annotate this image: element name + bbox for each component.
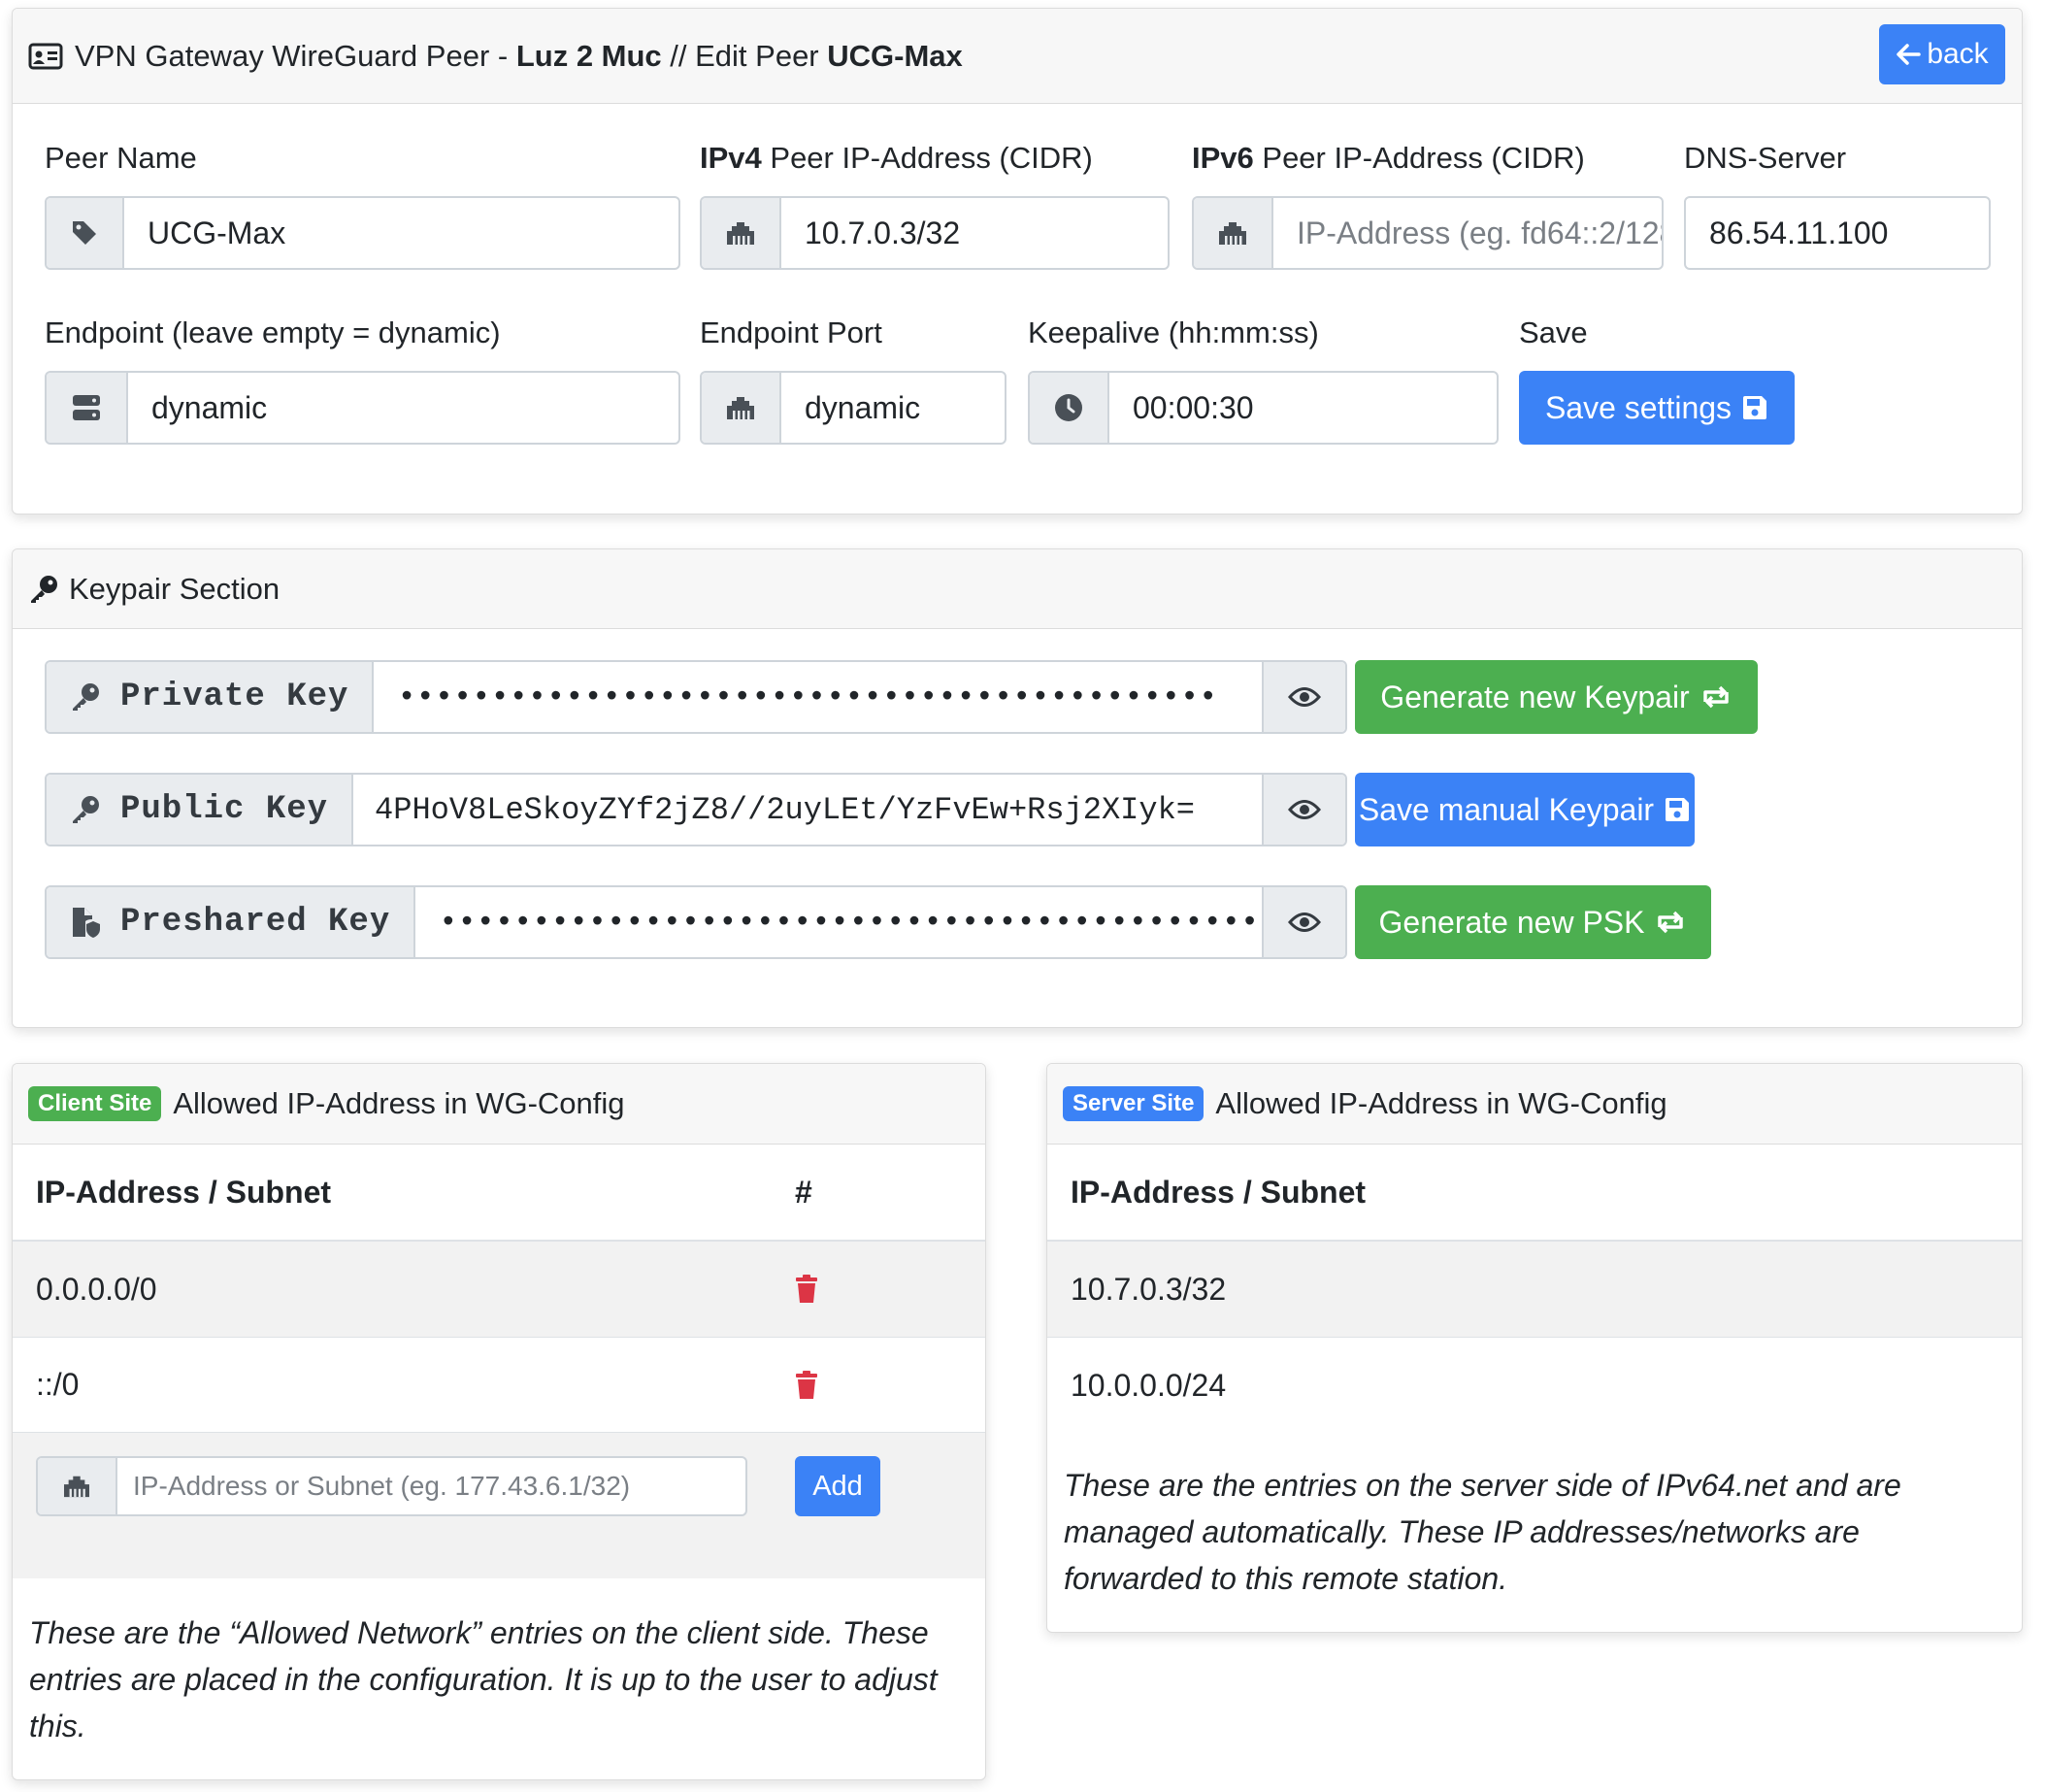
- ip-subnet-cell: 0.0.0.0/0: [36, 1271, 157, 1307]
- trash-icon[interactable]: [795, 1370, 818, 1400]
- keypair-title: Keypair Section: [69, 571, 280, 606]
- client-table-header: IP-Address / Subnet #: [13, 1145, 985, 1242]
- file-shield-icon: [70, 906, 101, 939]
- client-site-badge: Client Site: [28, 1086, 162, 1121]
- save-label: Save: [1519, 315, 1588, 349]
- eye-icon[interactable]: [1262, 775, 1345, 845]
- save-settings-button[interactable]: Save settings: [1519, 371, 1795, 445]
- public-key-input[interactable]: 4PHoV8LeSkoyZYf2jZ8//2uyLEt/YzFvEw+Rsj2X…: [353, 775, 1262, 845]
- ethernet-icon: [702, 373, 781, 443]
- table-row: ::/0: [13, 1338, 985, 1433]
- tag-icon: [47, 198, 124, 268]
- column-ip-subnet: IP-Address / Subnet: [1071, 1174, 1367, 1210]
- floppy-disk-icon: [1741, 394, 1768, 421]
- dns-label: DNS-Server: [1684, 141, 1847, 175]
- eye-icon[interactable]: [1262, 887, 1345, 957]
- client-site-card: Client Site Allowed IP-Address in WG-Con…: [12, 1063, 986, 1780]
- key-icon: [70, 794, 101, 825]
- trash-icon[interactable]: [795, 1275, 818, 1304]
- save-manual-keypair-button[interactable]: Save manual Keypair: [1355, 773, 1695, 846]
- port-input[interactable]: dynamic: [781, 373, 1005, 443]
- private-key-group: Private Key ••••••••••••••••••••••••••••…: [45, 660, 1347, 734]
- client-site-title: Allowed IP-Address in WG-Config: [173, 1086, 625, 1120]
- page-title: VPN Gateway WireGuard Peer - Luz 2 Muc /…: [75, 38, 963, 73]
- eye-icon[interactable]: [1262, 662, 1345, 732]
- column-ip-subnet: IP-Address / Subnet: [36, 1174, 332, 1210]
- table-row: 10.0.0.0/24: [1047, 1338, 2022, 1433]
- dns-input[interactable]: 86.54.11.100: [1684, 196, 1991, 270]
- gateway-name: Luz 2 Muc: [515, 38, 662, 73]
- column-hash: #: [795, 1174, 812, 1210]
- ipv6-input[interactable]: IP-Address (eg. fd64::2/128): [1273, 198, 1662, 268]
- add-ip-field[interactable]: IP-Address or Subnet (eg. 177.43.6.1/32): [36, 1456, 747, 1516]
- ipv4-input[interactable]: 10.7.0.3/32: [781, 198, 1168, 268]
- endpoint-label: Endpoint (leave empty = dynamic): [45, 315, 501, 349]
- server-site-title: Allowed IP-Address in WG-Config: [1215, 1086, 1667, 1120]
- peer-name-input[interactable]: UCG-Max: [124, 198, 678, 268]
- public-key-label-addon: Public Key: [47, 775, 354, 845]
- ethernet-icon: [38, 1458, 117, 1514]
- ipv6-label: IPv6 Peer IP-Address (CIDR): [1192, 141, 1585, 175]
- keypair-card: Keypair Section Private Key ••••••••••••…: [12, 548, 2023, 1028]
- peer-settings-card: VPN Gateway WireGuard Peer - Luz 2 Muc /…: [12, 8, 2023, 514]
- server-site-badge: Server Site: [1063, 1086, 1204, 1121]
- peer-name-label: Peer Name: [45, 141, 197, 175]
- port-field[interactable]: dynamic: [700, 371, 1006, 445]
- server-site-card: Server Site Allowed IP-Address in WG-Con…: [1046, 1063, 2023, 1633]
- back-button[interactable]: back: [1879, 24, 2005, 84]
- table-row: 10.7.0.3/32: [1047, 1242, 2022, 1338]
- client-site-header: Client Site Allowed IP-Address in WG-Con…: [13, 1064, 985, 1145]
- private-key-input[interactable]: ••••••••••••••••••••••••••••••••••••••••…: [374, 662, 1262, 732]
- peer-settings-header: VPN Gateway WireGuard Peer - Luz 2 Muc /…: [13, 9, 2022, 104]
- server-note: These are the entries on the server side…: [1064, 1468, 1901, 1596]
- generate-keypair-button[interactable]: Generate new Keypair: [1355, 660, 1758, 734]
- ethernet-icon: [702, 198, 781, 268]
- preshared-key-input[interactable]: ••••••••••••••••••••••••••••••••••••••••…: [415, 887, 1262, 957]
- generate-psk-button[interactable]: Generate new PSK: [1355, 885, 1711, 959]
- ip-subnet-cell: 10.7.0.3/32: [1071, 1271, 1227, 1307]
- public-key-group: Public Key 4PHoV8LeSkoyZYf2jZ8//2uyLEt/Y…: [45, 773, 1347, 846]
- ip-subnet-cell: 10.0.0.0/24: [1071, 1367, 1227, 1403]
- keypair-header: Keypair Section: [13, 549, 2022, 629]
- server-site-header: Server Site Allowed IP-Address in WG-Con…: [1047, 1064, 2022, 1145]
- ipv4-label: IPv4 Peer IP-Address (CIDR): [700, 141, 1093, 175]
- ip-subnet-cell: ::/0: [36, 1367, 80, 1402]
- peer-name-title: UCG-Max: [827, 38, 963, 73]
- keepalive-field[interactable]: 00:00:30: [1028, 371, 1499, 445]
- client-note: These are the “Allowed Network” entries …: [29, 1615, 938, 1743]
- server-table-header: IP-Address / Subnet: [1047, 1145, 2022, 1242]
- port-label: Endpoint Port: [700, 315, 882, 349]
- peer-name-field[interactable]: UCG-Max: [45, 196, 680, 270]
- floppy-disk-icon: [1664, 796, 1691, 823]
- preshared-key-label-addon: Preshared Key: [47, 887, 416, 957]
- table-row: 0.0.0.0/0: [13, 1242, 985, 1338]
- private-key-label-addon: Private Key: [47, 662, 375, 732]
- ethernet-icon: [1194, 198, 1273, 268]
- ipv6-field[interactable]: IP-Address (eg. fd64::2/128): [1192, 196, 1664, 270]
- refresh-icon: [1654, 910, 1687, 935]
- server-icon: [47, 373, 128, 443]
- clock-icon: [1030, 373, 1109, 443]
- keepalive-input[interactable]: 00:00:30: [1109, 373, 1497, 443]
- endpoint-input[interactable]: dynamic: [128, 373, 678, 443]
- endpoint-field[interactable]: dynamic: [45, 371, 680, 445]
- key-icon: [70, 681, 101, 713]
- id-card-icon: [28, 43, 63, 70]
- preshared-key-group: Preshared Key ••••••••••••••••••••••••••…: [45, 885, 1347, 959]
- arrow-left-icon: [1896, 43, 1922, 66]
- keepalive-label: Keepalive (hh:mm:ss): [1028, 315, 1319, 349]
- key-icon: [28, 574, 59, 605]
- add-row: IP-Address or Subnet (eg. 177.43.6.1/32)…: [13, 1433, 985, 1578]
- ipv4-field[interactable]: 10.7.0.3/32: [700, 196, 1170, 270]
- refresh-icon: [1700, 684, 1732, 710]
- add-ip-input[interactable]: IP-Address or Subnet (eg. 177.43.6.1/32): [117, 1458, 745, 1514]
- add-button[interactable]: Add: [795, 1456, 880, 1516]
